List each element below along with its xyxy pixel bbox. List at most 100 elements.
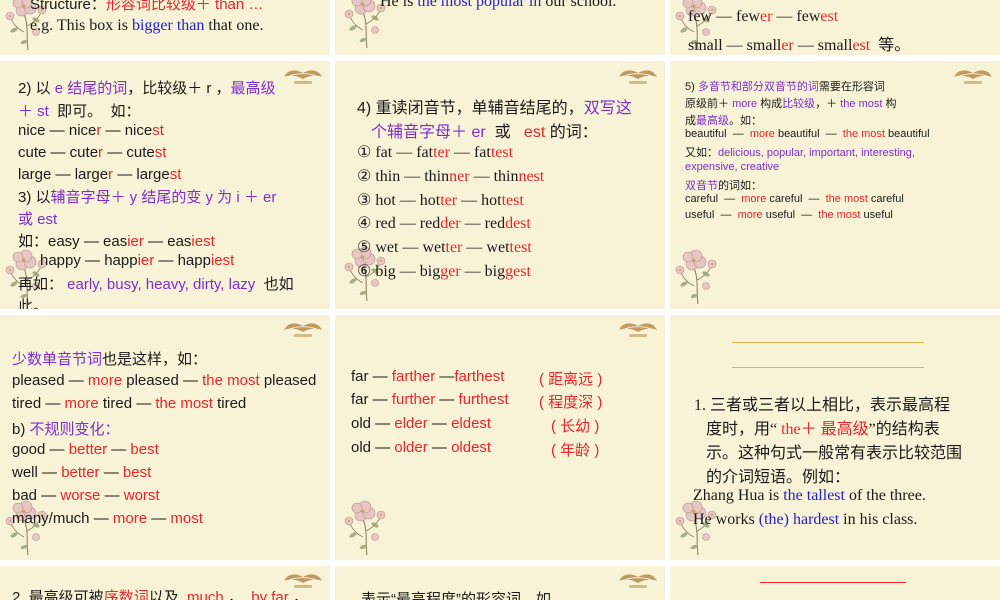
text-run: 又如： <box>685 147 718 159</box>
text-run: careful <box>867 193 904 205</box>
s4-line-3: nice — nicer — nicest <box>18 122 164 139</box>
text-run: iest <box>210 252 235 269</box>
text-run: dest <box>505 215 531 232</box>
text-run: 需要在形容词 <box>818 81 885 93</box>
text-run: the most <box>825 193 868 205</box>
text-run: farther <box>391 368 436 385</box>
s6-line-6: expensive, creative <box>685 161 779 173</box>
text-run: tired <box>212 395 247 412</box>
text-run: — <box>99 464 123 481</box>
header-rule <box>760 582 906 583</box>
text-run: ， <box>223 589 252 600</box>
text-run: ＋ st <box>18 103 49 120</box>
text-run: ”的结构表 <box>868 421 940 438</box>
s7-line-2: pleased — more pleased — the most please… <box>12 372 316 389</box>
text-run: expensive, creative <box>685 161 780 173</box>
s7-line-3: tired — more tired — the most tired <box>12 395 246 412</box>
s6-line-4: beautiful — more beautiful — the most be… <box>685 128 930 140</box>
gold-logo-icon <box>280 320 326 340</box>
text-run: useful — <box>762 209 819 221</box>
slide-6: 5) 多音节和部分双音节的词需要在形容词 原级前＋ more 构成比较级，＋ t… <box>670 61 1000 309</box>
text-run: the most popular in <box>417 0 542 10</box>
text-run: beautiful — <box>774 128 843 140</box>
text-run: — hot <box>457 192 502 209</box>
gold-logo-icon <box>615 320 661 340</box>
s5-line-7: ⑤ wet — wetter — wettest <box>357 237 532 257</box>
text-run: 也如 <box>255 276 294 293</box>
text-run: 不规则变化： <box>29 421 120 438</box>
s4-line-10: 再如： early, busy, heavy, dirty, lazy 也如 <box>18 273 294 294</box>
gold-logo-icon <box>615 67 661 87</box>
text-run: — fat <box>449 144 491 161</box>
text-run: bad — <box>12 487 61 504</box>
text-run: 最高级 <box>230 80 276 97</box>
text-run: nest <box>518 168 545 185</box>
flower-decoration-icon <box>672 246 724 306</box>
text-run: best <box>122 464 152 481</box>
text-run: — small <box>793 37 853 54</box>
s7-line-6: well — better — best <box>12 464 151 481</box>
gold-logo-icon <box>280 67 326 87</box>
text-run: 构 <box>882 98 897 110</box>
s4-line-5: large — larger — largest <box>18 166 181 183</box>
text-run: 形容词比较级＋ than … <box>105 0 264 13</box>
old-row-2-note: ( 年龄 ) <box>551 442 600 459</box>
slide-2: He is the most popular in our school. <box>335 0 665 55</box>
text-run: the tallest <box>783 487 845 504</box>
s10-line-1: 2. 最高级可被序数词以及 much ， by far ， <box>12 586 308 600</box>
text-run: est <box>852 37 871 54</box>
text-run: 比较级 <box>782 98 816 110</box>
text-run: small — small <box>688 37 782 54</box>
flower-decoration-icon <box>341 497 393 557</box>
text-run: — large <box>113 166 170 183</box>
s6-line-8: careful — more careful — the most carefu… <box>685 193 904 205</box>
text-run: useful <box>860 209 893 221</box>
text-run: 的词： <box>545 124 598 141</box>
text-run: 等。 <box>870 37 911 54</box>
text-run: early, busy, heavy, dirty, lazy <box>67 276 256 293</box>
text-run: — <box>435 368 455 385</box>
text-run: Zhang Hua is <box>693 487 784 504</box>
text-run: ，比较级＋ r ， <box>127 80 231 97</box>
s9-line-3: 示。这种句式一般常有表示比较范围 <box>706 439 962 463</box>
text-run: better <box>61 464 100 481</box>
slide-4: 2) 以 e 结尾的词，比较级＋ r ，最高级 ＋ st 即可。 如： nice… <box>0 61 330 309</box>
text-run: 或 est <box>18 211 58 228</box>
text-run: old — <box>351 439 395 456</box>
slide-3: few — fewer — fewest small — smaller — s… <box>670 0 1000 55</box>
text-run: far — <box>351 391 392 408</box>
text-run: pleased — <box>12 372 88 389</box>
s7-line-8: many/much — more — most <box>12 510 203 527</box>
s5-line-4: ② thin — thinner — thinnest <box>357 166 544 186</box>
text-run: more <box>749 128 775 140</box>
slide-10: 2. 最高级可被序数词以及 much ， by far ， <box>0 566 330 600</box>
text-run: (the) hardest <box>758 511 840 528</box>
text-run: 的介词短语。例如： <box>706 469 851 486</box>
s3-line-2: small — smaller — smallest 等。 <box>688 31 910 55</box>
s5-line-1: 4) 重读闭音节，单辅音结尾的，双写这 <box>357 94 632 118</box>
text-run: — few <box>772 8 821 25</box>
text-run: eldest <box>451 415 492 432</box>
text-run: nice — nice <box>18 122 97 139</box>
s6-line-1: 5) 多音节和部分双音节的词需要在形容词 <box>685 78 885 94</box>
text-run: most <box>170 510 203 527</box>
text-run: 辅音字母＋ y 结尾的变 y 为 i ＋ er <box>50 189 277 206</box>
text-run: ⑤ wet — wet <box>357 239 446 256</box>
s4-line-9: happy — happier — happiest <box>40 252 234 269</box>
text-run: in his class. <box>839 511 918 528</box>
text-run: er <box>781 37 794 54</box>
text-run: He is <box>380 0 418 10</box>
text-run: Structure： <box>30 0 106 13</box>
text-run: 2. 最高级可被 <box>12 589 104 600</box>
text-run: — red <box>460 215 506 232</box>
text-run: oldest <box>451 439 492 456</box>
text-run: He works <box>693 511 759 528</box>
text-run: gest <box>505 263 531 280</box>
text-run: careful — <box>685 193 742 205</box>
s1-line-1: Structure：形容词比较级＋ than … <box>30 0 263 14</box>
text-run: 2) 以 <box>18 80 55 97</box>
text-run: the＋ 最高级 <box>781 421 869 438</box>
text-run: the most <box>842 128 885 140</box>
s5-line-6: ④ red — redder — reddest <box>357 213 531 233</box>
text-run: 以及 <box>148 589 188 600</box>
